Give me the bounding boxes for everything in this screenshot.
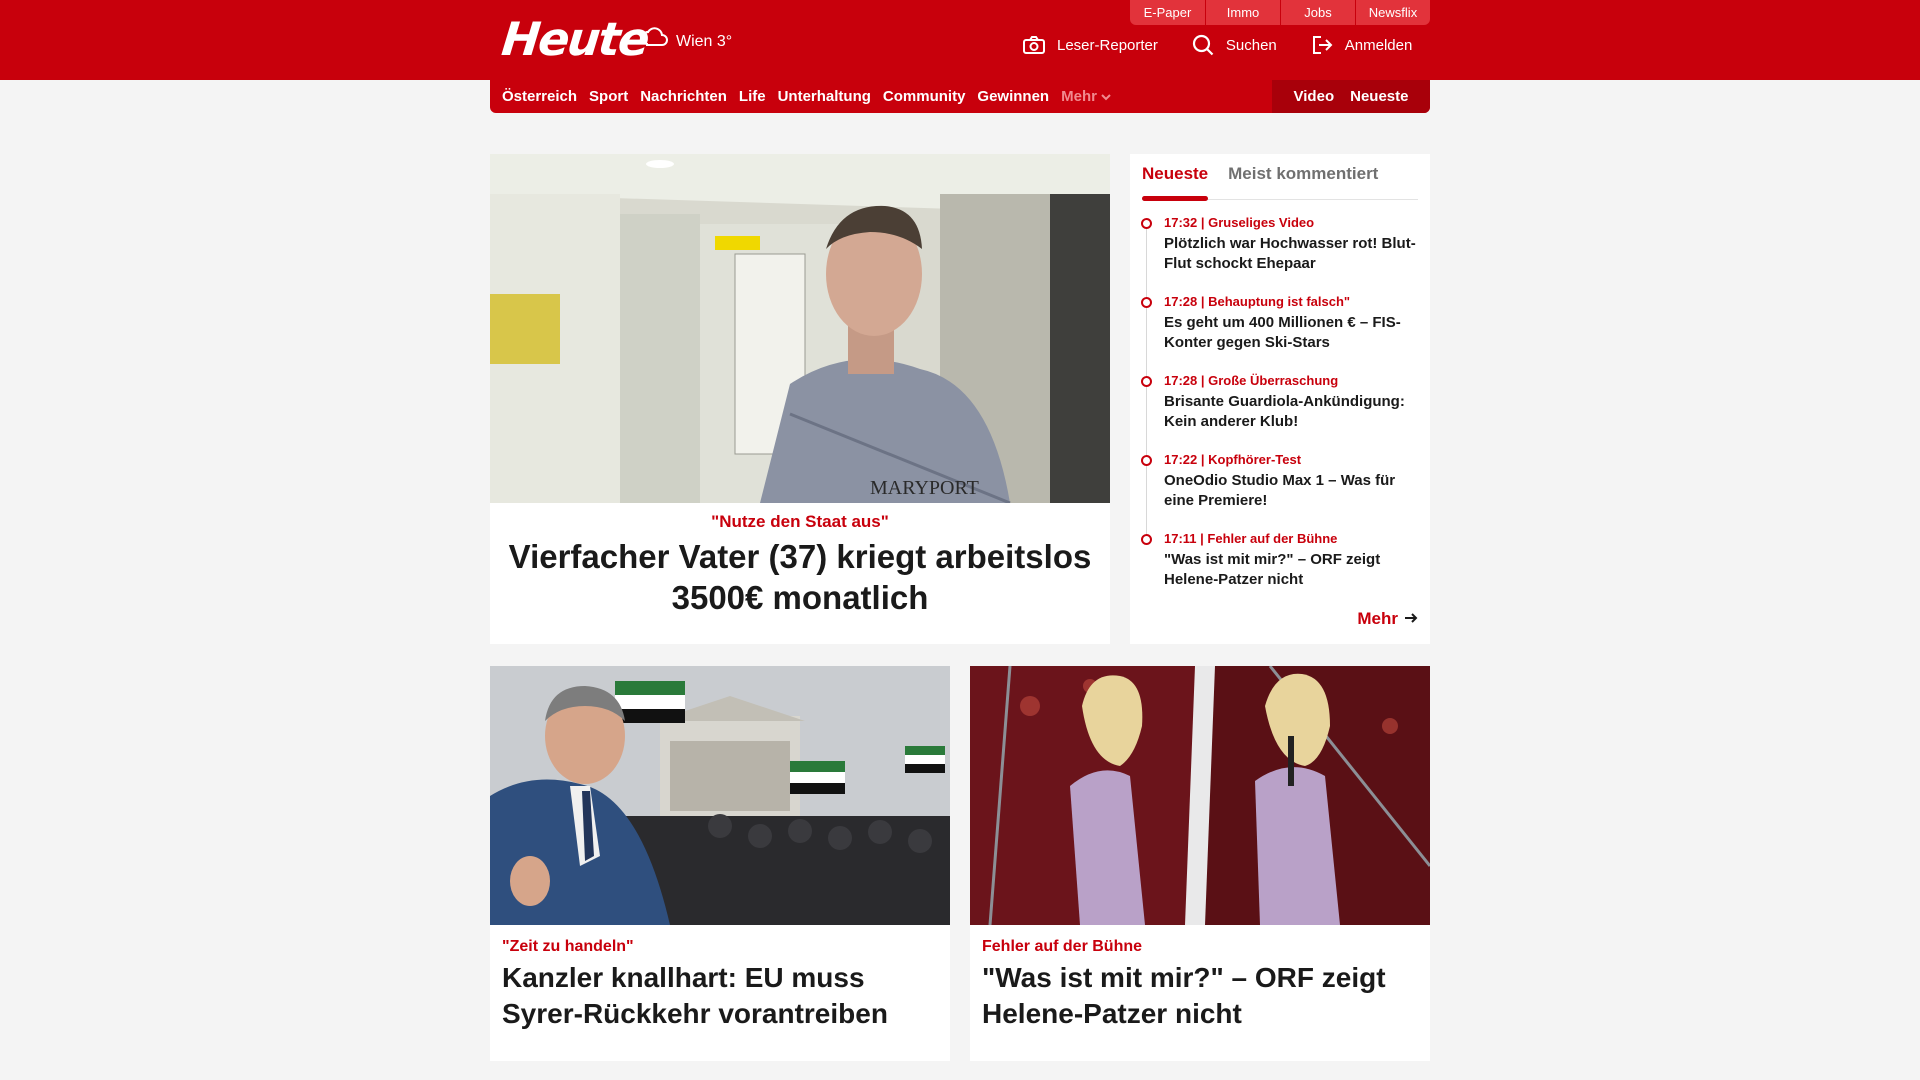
- timeline-title[interactable]: OneOdio Studio Max 1 – Was für eine Prem…: [1164, 471, 1420, 511]
- timeline-item[interactable]: 17:22 | Kopfhörer-Test OneOdio Studio Ma…: [1140, 451, 1420, 530]
- nav-item-sport[interactable]: Sport: [589, 88, 628, 105]
- sidebar-tabs: Neueste Meist kommentiert: [1142, 154, 1418, 201]
- hero-title[interactable]: Vierfacher Vater (37) kriegt arbeitslos …: [500, 536, 1100, 618]
- heute-logo[interactable]: Heute: [499, 12, 650, 66]
- top-link-jobs[interactable]: Jobs: [1280, 0, 1355, 25]
- timeline-item[interactable]: 17:11 | Fehler auf der Bühne "Was ist mi…: [1140, 530, 1420, 609]
- hero-kicker: "Nutze den Staat aus": [711, 512, 889, 531]
- timeline-item[interactable]: 17:28 | Große Überraschung Brisante Guar…: [1140, 372, 1420, 451]
- nav-more-dropdown[interactable]: Mehr: [1061, 88, 1111, 105]
- timeline-meta: 17:22 | Kopfhörer-Test: [1164, 452, 1302, 467]
- nav-newest-link[interactable]: Neueste: [1350, 88, 1408, 105]
- timeline-title[interactable]: Plötzlich war Hochwasser rot! Blut-Flut …: [1164, 234, 1420, 274]
- timeline-meta: 17:11 | Fehler auf der Bühne: [1164, 531, 1338, 546]
- nav-item-oesterreich[interactable]: Österreich: [502, 88, 577, 105]
- hero-article[interactable]: MARYPORT "Nutze den Staat aus" Vierfache…: [490, 154, 1110, 644]
- sidebar-more-label: Mehr: [1357, 609, 1398, 628]
- article-card[interactable]: "Zeit zu handeln" Kanzler knallhart: EU …: [490, 666, 950, 1061]
- top-links: E-Paper Immo Jobs Newsflix: [1130, 0, 1430, 25]
- nav-item-gewinnen[interactable]: Gewinnen: [977, 88, 1049, 105]
- nav-items: Österreich Sport Nachrichten Life Unterh…: [502, 80, 1111, 113]
- top-link-newsflix[interactable]: Newsflix: [1355, 0, 1430, 25]
- timeline-item[interactable]: 17:28 | Behauptung ist falsch" Es geht u…: [1140, 293, 1420, 372]
- leser-reporter-button[interactable]: Leser-Reporter: [1023, 34, 1158, 56]
- tab-neueste[interactable]: Neueste: [1142, 154, 1209, 201]
- search-label: Suchen: [1225, 36, 1277, 54]
- nav-video-link[interactable]: Video: [1294, 88, 1335, 105]
- hero-image[interactable]: MARYPORT: [490, 154, 1110, 503]
- chevron-down-icon: [1101, 88, 1111, 105]
- article-image[interactable]: [490, 666, 950, 925]
- timeline-dot-icon: [1141, 534, 1152, 545]
- article-kicker: Fehler auf der Bühne: [982, 938, 1143, 955]
- top-link-immo[interactable]: Immo: [1205, 0, 1280, 25]
- site-header: Heute Wien 3° E-Paper Immo Jobs Newsflix…: [0, 0, 1920, 80]
- weather-widget[interactable]: Wien 3°: [638, 26, 732, 57]
- login-icon: [1311, 35, 1333, 55]
- tab-meist-kommentiert[interactable]: Meist kommentiert: [1228, 154, 1378, 200]
- timeline-item[interactable]: 17:32 | Gruseliges Video Plötzlich war H…: [1140, 214, 1420, 293]
- article-kicker: "Zeit zu handeln": [502, 938, 634, 955]
- nav-more-label: Mehr: [1061, 88, 1097, 105]
- timeline-meta: 17:28 | Behauptung ist falsch": [1164, 294, 1351, 309]
- cloud-sun-icon: [638, 26, 670, 57]
- timeline-dot-icon: [1141, 297, 1152, 308]
- leser-reporter-label: Leser-Reporter: [1057, 36, 1158, 54]
- header-actions: Leser-Reporter Suchen Anmelden: [1023, 34, 1412, 56]
- sidebar-more-link[interactable]: Mehr: [1357, 609, 1418, 629]
- news-timeline: 17:32 | Gruseliges Video Plötzlich war H…: [1140, 214, 1420, 609]
- article-title[interactable]: "Was ist mit mir?" – ORF zeigt Helene-Pa…: [982, 960, 1422, 1032]
- search-button[interactable]: Suchen: [1192, 34, 1277, 56]
- search-icon: [1192, 34, 1214, 56]
- timeline-dot-icon: [1141, 376, 1152, 387]
- timeline-meta: 17:32 | Gruseliges Video: [1164, 215, 1315, 230]
- login-button[interactable]: Anmelden: [1311, 34, 1413, 56]
- nav-item-life[interactable]: Life: [739, 88, 766, 105]
- timeline-dot-icon: [1141, 455, 1152, 466]
- timeline-title[interactable]: "Was ist mit mir?" – ORF zeigt Helene-Pa…: [1164, 550, 1420, 590]
- nav-item-community[interactable]: Community: [883, 88, 966, 105]
- main-nav: Österreich Sport Nachrichten Life Unterh…: [490, 80, 1430, 113]
- timeline-title[interactable]: Brisante Guardiola-Ankündigung: Kein and…: [1164, 392, 1420, 432]
- timeline-dot-icon: [1141, 218, 1152, 229]
- weather-label: Wien 3°: [676, 32, 733, 50]
- nav-item-nachrichten[interactable]: Nachrichten: [640, 88, 727, 105]
- svg-text:MARYPORT: MARYPORT: [870, 477, 979, 499]
- timeline-meta: 17:28 | Große Überraschung: [1164, 373, 1339, 388]
- top-link-epaper[interactable]: E-Paper: [1130, 0, 1205, 25]
- login-label: Anmelden: [1344, 36, 1413, 54]
- article-card[interactable]: Fehler auf der Bühne "Was ist mit mir?" …: [970, 666, 1430, 1061]
- arrow-right-icon: [1404, 609, 1418, 629]
- article-title[interactable]: Kanzler knallhart: EU muss Syrer-Rückkeh…: [502, 960, 942, 1032]
- news-sidebar: Neueste Meist kommentiert 17:32 | Grusel…: [1130, 154, 1430, 644]
- timeline-title[interactable]: Es geht um 400 Millionen € – FIS-Konter …: [1164, 313, 1420, 353]
- nav-item-unterhaltung[interactable]: Unterhaltung: [778, 88, 871, 105]
- article-image[interactable]: [970, 666, 1430, 925]
- camera-icon: [1023, 36, 1045, 54]
- nav-right: Video Neueste: [1272, 80, 1430, 113]
